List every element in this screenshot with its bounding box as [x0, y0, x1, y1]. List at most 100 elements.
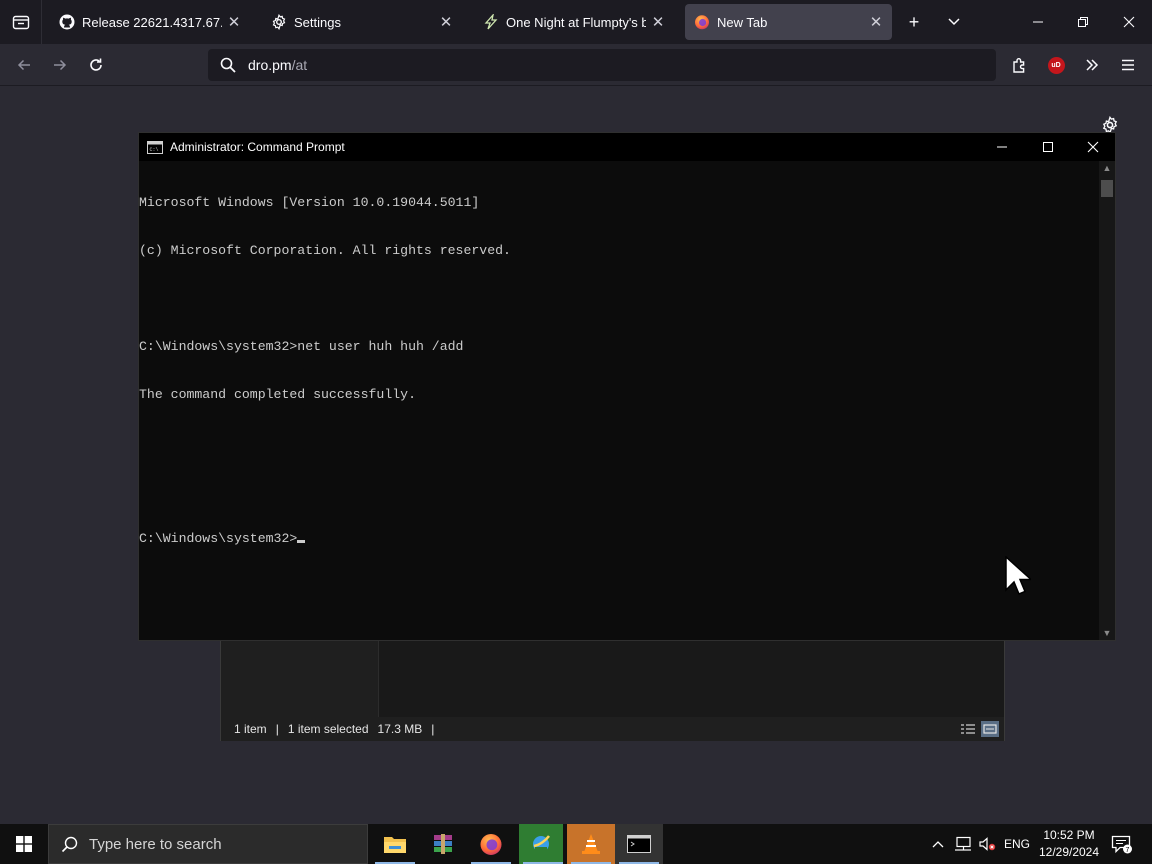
console-line: C:\Windows\system32>net user huh huh /ad… [139, 339, 464, 354]
hamburger-menu-icon [1122, 59, 1134, 71]
tab-title: Release 22621.4317.67.1 · vali [82, 14, 222, 30]
ublock-icon: uD [1047, 56, 1065, 74]
close-icon [1123, 16, 1135, 28]
item-count: 1 item [234, 722, 267, 736]
command-prompt-window: C:\ Administrator: Command Prompt Micros… [138, 132, 1116, 641]
windows-logo-icon [16, 836, 32, 852]
firefox-view-icon [12, 15, 29, 30]
ublock-origin-button[interactable]: uD [1040, 49, 1072, 81]
chevron-up-icon [932, 841, 944, 848]
arrow-right-icon [54, 59, 67, 71]
file-explorer-window: 1 item | 1 item selected 17.3 MB | [220, 640, 1005, 741]
details-view-icon [961, 724, 975, 734]
taskbar-clock[interactable]: 10:52 PM 12/29/2024 [1034, 824, 1104, 864]
status-separator: | [275, 722, 279, 736]
app-menu-button[interactable] [1112, 49, 1144, 81]
cmd-icon [627, 835, 651, 853]
taskbar-command-prompt[interactable] [615, 824, 663, 864]
close-tab-icon[interactable]: ✕ [868, 14, 884, 31]
cmd-maximize-button[interactable] [1025, 133, 1071, 161]
action-center-button[interactable]: 7 [1108, 824, 1136, 864]
speaker-muted-icon [979, 837, 996, 851]
network-button[interactable] [952, 824, 974, 864]
reload-button[interactable] [80, 49, 112, 81]
cmd-scrollbar[interactable]: ▲ ▼ [1099, 161, 1115, 640]
explorer-status-bar: 1 item | 1 item selected 17.3 MB | [221, 717, 1004, 741]
restore-button[interactable] [1061, 0, 1105, 44]
restore-icon [1078, 17, 1088, 27]
more-tools-button[interactable] [1076, 49, 1108, 81]
firefox-icon [480, 833, 502, 855]
start-button[interactable] [0, 824, 48, 864]
cmd-minimize-button[interactable] [979, 133, 1025, 161]
console-line: The command completed successfully. [139, 387, 416, 402]
chevron-down-icon [948, 18, 960, 26]
taskbar-internet-explorer-app[interactable] [519, 824, 563, 864]
console-prompt-line[interactable]: C:\Windows\system32> [139, 531, 1099, 547]
url-bar[interactable]: dro.pm/at [208, 49, 996, 81]
tab-title: Settings [294, 14, 341, 30]
cmd-titlebar[interactable]: C:\ Administrator: Command Prompt [139, 133, 1115, 161]
notification-count: 7 [1126, 847, 1130, 854]
tab-settings[interactable]: Settings ✕ [262, 4, 462, 40]
volume-button[interactable] [976, 824, 998, 864]
large-icons-view-icon [983, 724, 997, 734]
clock-date: 12/29/2024 [1038, 845, 1100, 859]
taskbar-search-box[interactable]: Type here to search [48, 824, 368, 864]
explorer-navigation-pane[interactable] [221, 641, 379, 717]
scroll-up-arrow-icon[interactable]: ▲ [1099, 161, 1115, 175]
winrar-icon [434, 834, 452, 854]
cmd-close-button[interactable] [1070, 133, 1116, 161]
puzzle-icon [1013, 58, 1025, 73]
maximize-icon [1043, 142, 1053, 152]
minimize-button[interactable] [1016, 0, 1060, 44]
new-tab-button[interactable]: + [900, 0, 928, 44]
notification-icon: 7 [1111, 835, 1132, 854]
mouse-pointer-icon [1005, 556, 1031, 595]
close-tab-icon[interactable]: ✕ [438, 14, 454, 31]
show-hidden-icons-button[interactable] [928, 824, 948, 864]
svg-text:C:\: C:\ [150, 147, 159, 153]
selection-info: 1 item selected [287, 722, 369, 736]
close-tab-icon[interactable]: ✕ [650, 14, 666, 31]
list-all-tabs-button[interactable] [940, 0, 968, 44]
back-button[interactable] [8, 49, 40, 81]
extensions-button[interactable] [1004, 49, 1036, 81]
tab-title: New Tab [717, 14, 768, 30]
large-icons-view-button[interactable] [981, 721, 999, 737]
search-icon [208, 57, 248, 73]
plus-icon: + [908, 11, 920, 32]
taskbar-file-explorer[interactable] [371, 824, 419, 864]
network-icon [955, 836, 971, 851]
search-placeholder: Type here to search [89, 835, 222, 853]
bolt-icon [482, 13, 500, 31]
console-line: (c) Microsoft Corporation. All rights re… [139, 243, 511, 258]
url-text[interactable]: dro.pm/at [248, 57, 307, 73]
text-cursor [297, 540, 306, 543]
tab-new-tab[interactable]: New Tab ✕ [685, 4, 892, 40]
scroll-down-arrow-icon[interactable]: ▼ [1099, 626, 1115, 640]
status-separator: | [431, 722, 435, 736]
console-line: Microsoft Windows [Version 10.0.19044.50… [139, 195, 480, 210]
taskbar-winrar[interactable] [419, 824, 467, 864]
close-icon [1087, 141, 1099, 153]
vlc-cone-icon [582, 834, 600, 854]
cmd-console-output[interactable]: Microsoft Windows [Version 10.0.19044.50… [139, 161, 1099, 640]
firefox-view-button[interactable] [0, 0, 42, 44]
firefox-icon [693, 13, 711, 31]
selection-size: 17.3 MB [377, 722, 423, 736]
forward-button[interactable] [44, 49, 76, 81]
close-window-button[interactable] [1106, 0, 1152, 44]
taskbar-firefox[interactable] [467, 824, 515, 864]
tab-flumpty[interactable]: One Night at Flumpty's by Jo ✕ [474, 4, 674, 40]
close-tab-icon[interactable]: ✕ [226, 14, 242, 31]
minimize-icon [997, 146, 1007, 148]
taskbar-vlc[interactable] [567, 824, 615, 864]
scrollbar-thumb[interactable] [1101, 180, 1113, 197]
tab-release[interactable]: Release 22621.4317.67.1 · vali ✕ [50, 4, 250, 40]
details-view-button[interactable] [959, 721, 977, 737]
input-language-button[interactable]: ENG [1002, 824, 1032, 864]
